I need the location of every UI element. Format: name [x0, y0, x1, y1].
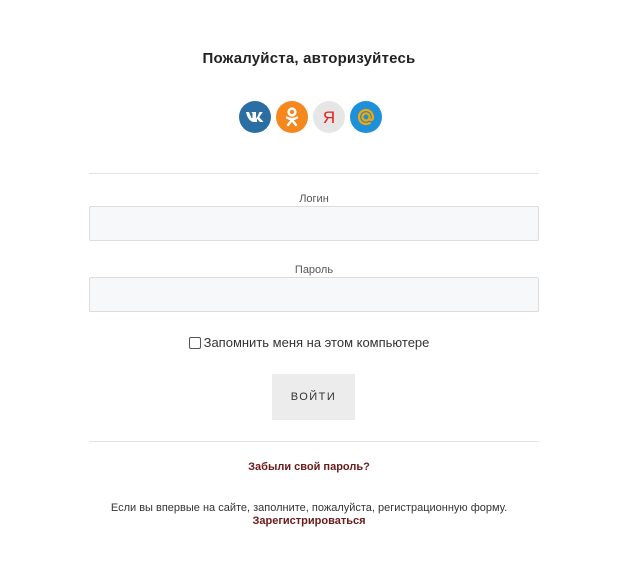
password-label: Пароль	[294, 264, 334, 276]
login-input[interactable]	[89, 206, 539, 241]
odnoklassniki-icon	[285, 107, 299, 127]
register-hint: Если вы впервые на сайте, заполните, пож…	[110, 502, 508, 514]
yandex-login-button[interactable]: Я	[313, 101, 345, 133]
page-title: Пожалуйста, авторизуйтесь	[202, 50, 416, 67]
login-button[interactable]: ВОЙТИ	[272, 374, 355, 420]
ok-login-button[interactable]	[276, 101, 308, 133]
mailru-login-button[interactable]	[350, 101, 382, 133]
forgot-password-link[interactable]: Забыли свой пароль?	[0, 461, 618, 473]
yandex-icon: Я	[323, 108, 335, 126]
divider	[89, 173, 539, 174]
remember-me-row[interactable]: Запомнить меня на этом компьютере	[0, 335, 618, 350]
register-link[interactable]: Зарегистрироваться	[0, 515, 618, 527]
divider	[89, 441, 539, 442]
login-label: Логин	[299, 193, 329, 205]
password-input[interactable]	[89, 277, 539, 312]
svg-text:Я: Я	[323, 108, 335, 126]
vk-login-button[interactable]	[239, 101, 271, 133]
vk-icon	[246, 112, 264, 122]
remember-me-label: Запомнить меня на этом компьютере	[203, 335, 430, 350]
social-login-bar: Я	[0, 101, 618, 133]
mailru-icon	[357, 108, 375, 126]
remember-me-checkbox[interactable]	[188, 336, 201, 349]
